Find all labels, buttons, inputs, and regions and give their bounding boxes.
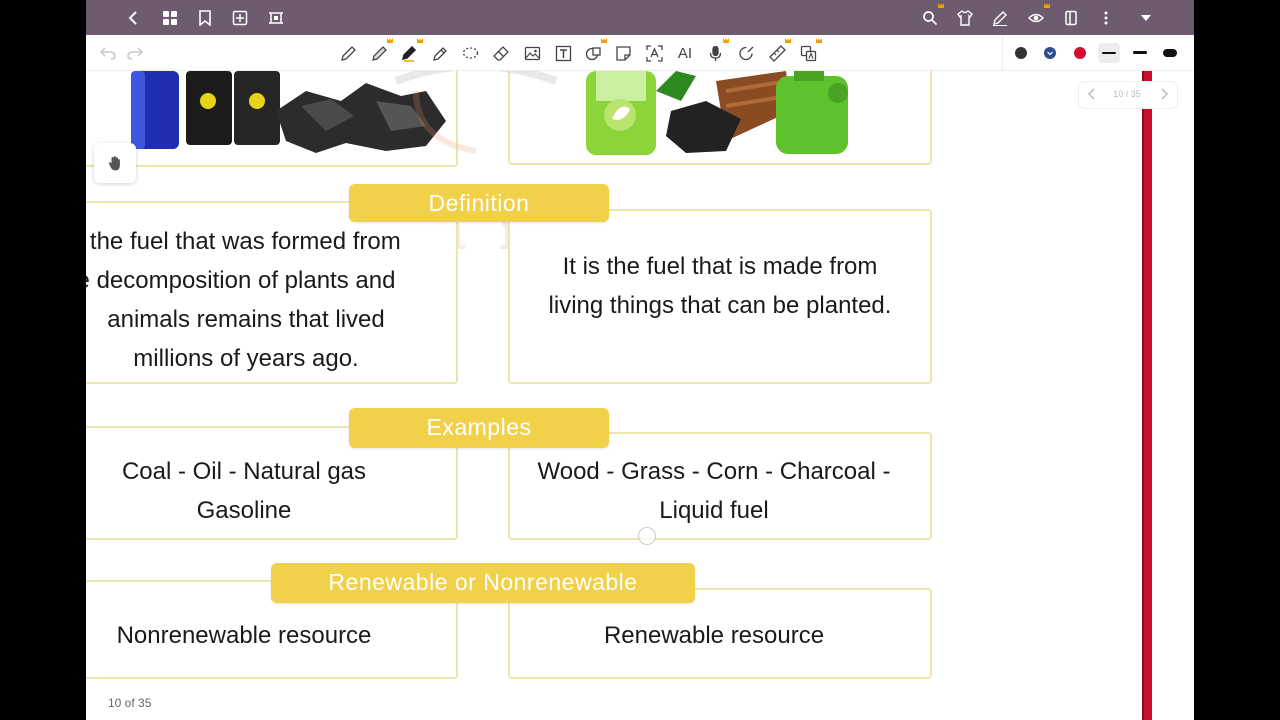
- premium-crown-icon: [387, 38, 393, 43]
- margin-red-line: [1142, 71, 1152, 720]
- examples-right-line-2: Liquid fuel: [659, 497, 769, 524]
- definition-left-line-1: s the fuel that was formed from: [86, 228, 401, 255]
- bookmark-icon[interactable]: [195, 8, 215, 28]
- examples-right-line-1: Wood - Grass - Corn - Charcoal -: [537, 458, 891, 485]
- color-swatch-dark[interactable]: [1015, 47, 1027, 59]
- biofuel-illustration: [586, 71, 848, 155]
- page-counter: 10 / 35: [1113, 89, 1141, 99]
- examples-header: Examples: [349, 408, 609, 448]
- grid-icon[interactable]: [160, 8, 180, 28]
- definition-left-line-4: millions of years ago.: [133, 345, 359, 372]
- cursor-indicator: [638, 527, 656, 545]
- add-page-icon[interactable]: [230, 8, 250, 28]
- drawing-toolbar: AI: [86, 35, 1194, 71]
- ocr-icon[interactable]: [644, 43, 664, 63]
- stroke-width-thick[interactable]: [1163, 49, 1177, 57]
- definition-right-line-2: living things that can be planted.: [548, 292, 892, 319]
- dropdown-icon[interactable]: [1136, 8, 1156, 28]
- more-icon[interactable]: [1096, 8, 1116, 28]
- image-icon[interactable]: [522, 43, 542, 63]
- renewable-left-text: Nonrenewable resource: [116, 622, 372, 649]
- laser-icon[interactable]: [736, 43, 756, 63]
- textbox-icon[interactable]: [553, 43, 573, 63]
- shape-icon[interactable]: [583, 38, 607, 63]
- premium-crown-icon: [601, 38, 607, 43]
- renewable-header: Renewable or Nonrenewable: [271, 563, 695, 603]
- mic-icon[interactable]: [705, 38, 729, 63]
- page-number-label: 10 of 35: [108, 696, 152, 710]
- stroke-width-selected[interactable]: [1098, 43, 1120, 63]
- eye-icon[interactable]: [1026, 3, 1050, 28]
- hand-icon: [108, 155, 120, 170]
- translate-icon[interactable]: [798, 38, 822, 63]
- highlighter-icon[interactable]: [399, 38, 423, 63]
- examples-left-line-2: Gasoline: [196, 497, 292, 524]
- watermark-logo: [394, 71, 558, 154]
- definition-header: Definition: [349, 184, 609, 222]
- page-canvas[interactable]: Dr. Mina Younan Definition s the fuel th…: [86, 71, 1146, 720]
- examples-left-line-1: Coal - Oil - Natural gas: [121, 458, 367, 485]
- page-navigator: 10 / 35: [1078, 81, 1178, 109]
- back-icon[interactable]: [124, 8, 144, 28]
- hand-tool-button[interactable]: [94, 143, 136, 183]
- prev-page-icon[interactable]: [1085, 87, 1099, 101]
- ruler-icon[interactable]: [767, 38, 791, 63]
- top-bar: [86, 0, 1194, 35]
- stroke-width-medium[interactable]: [1133, 51, 1147, 54]
- premium-crown-icon: [1044, 3, 1050, 8]
- redo-icon[interactable]: [126, 44, 144, 62]
- ai-icon[interactable]: AI: [674, 43, 696, 63]
- sticker-icon[interactable]: [613, 43, 633, 63]
- marker-icon[interactable]: [429, 43, 449, 63]
- notes-app: AI Definition s the fuel that was formed…: [86, 0, 1194, 720]
- premium-crown-icon: [417, 38, 423, 43]
- definition-right-line-1: It is the fuel that is made from: [562, 253, 878, 280]
- pen-settings-icon[interactable]: [990, 8, 1010, 28]
- toolbar-divider: [1002, 35, 1003, 70]
- eraser-icon[interactable]: [491, 43, 511, 63]
- premium-crown-icon: [785, 38, 791, 43]
- pencil-icon[interactable]: [369, 38, 393, 63]
- renewable-right-text: Renewable resource: [603, 622, 825, 649]
- definition-left-line-2: e decomposition of plants and: [86, 267, 396, 294]
- color-swatch-red[interactable]: [1074, 47, 1086, 59]
- premium-crown-icon: [723, 38, 729, 43]
- lasso-icon[interactable]: [460, 43, 480, 63]
- definition-left-line-3: animals remains that lived: [107, 306, 385, 333]
- pen-icon[interactable]: [338, 43, 358, 63]
- shirt-icon[interactable]: [955, 8, 975, 28]
- undo-icon[interactable]: [99, 44, 117, 62]
- search-icon[interactable]: [920, 3, 944, 28]
- color-swatch-blue[interactable]: [1044, 47, 1056, 59]
- crop-icon[interactable]: [266, 8, 286, 28]
- next-page-icon[interactable]: [1157, 87, 1171, 101]
- premium-crown-icon: [816, 38, 822, 43]
- sidebar-icon[interactable]: [1061, 8, 1081, 28]
- premium-crown-icon: [938, 3, 944, 8]
